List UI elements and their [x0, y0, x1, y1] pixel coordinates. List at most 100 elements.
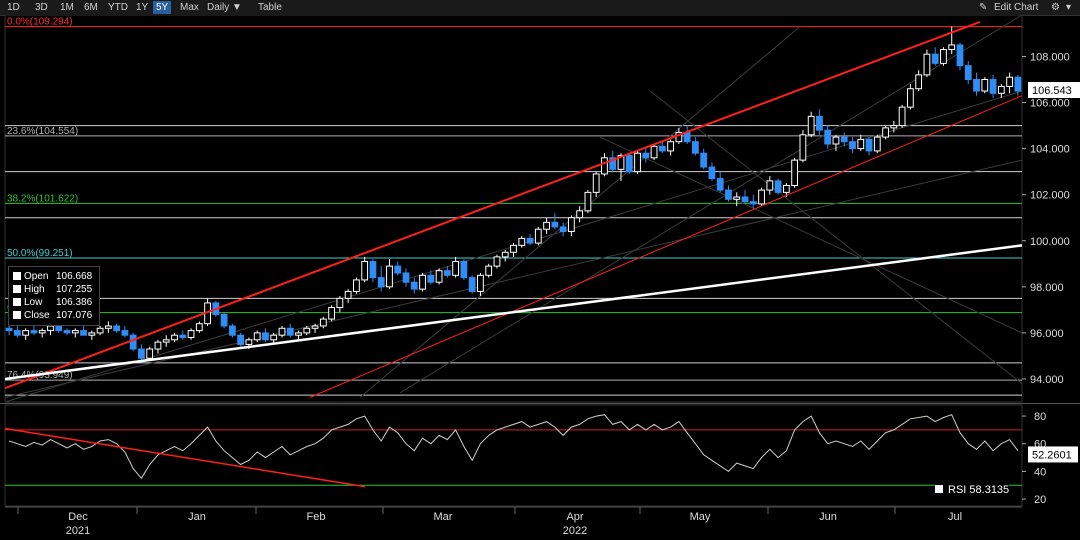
- candle-body: [1014, 76, 1022, 92]
- candle-body: [253, 332, 261, 341]
- candle-body: [410, 281, 418, 290]
- candle: [634, 150, 641, 174]
- candle-body: [22, 330, 30, 336]
- high-value: 107.255: [56, 284, 93, 295]
- high-swatch-icon: [13, 285, 21, 293]
- candle-body: [435, 270, 443, 283]
- candle-body: [708, 166, 716, 180]
- candle-body: [278, 327, 286, 336]
- close-label: Close: [24, 310, 50, 321]
- candle-body: [328, 307, 335, 320]
- candle: [435, 268, 443, 285]
- candle-body: [692, 141, 699, 154]
- candle-body: [634, 152, 641, 173]
- fib-label: 0.0%(109.294): [7, 17, 73, 28]
- candle-body: [923, 53, 931, 76]
- candle-body: [1006, 76, 1013, 87]
- table-button[interactable]: Table: [258, 1, 282, 14]
- rsi-legend: RSI 58.3135: [935, 484, 1010, 496]
- candle-body: [642, 152, 650, 159]
- x-year-label: 2022: [563, 525, 587, 537]
- x-tick-label: Apr: [566, 511, 583, 523]
- candle: [799, 130, 807, 163]
- range-1d-button[interactable]: 1D: [7, 1, 20, 14]
- candle-body: [931, 53, 939, 64]
- candle-body: [807, 115, 815, 136]
- candle-body: [179, 334, 187, 339]
- edit-chart-button[interactable]: Edit Chart: [994, 1, 1038, 14]
- open-label: Open: [24, 271, 49, 282]
- candle-body: [683, 131, 691, 143]
- candle: [981, 77, 989, 94]
- candle-body: [427, 274, 435, 283]
- candle-body: [782, 184, 790, 193]
- candle: [534, 226, 542, 246]
- open-swatch-icon: [13, 272, 21, 280]
- candle-body: [584, 191, 592, 212]
- last-price-label: 106.543: [1032, 85, 1072, 97]
- candle-body: [228, 325, 236, 336]
- candle-body: [485, 265, 493, 276]
- candle-body: [303, 327, 311, 334]
- price-chart[interactable]: 94.000 96.000 98.000 100.000 102.000 104.000 1…: [0, 15, 1080, 540]
- candle-body: [195, 323, 203, 332]
- candle-body: [154, 341, 162, 350]
- rsi-swatch-icon: [935, 485, 943, 493]
- rsi-legend-value: 58.3135: [969, 484, 1010, 496]
- range-5y-button[interactable]: 5Y: [153, 1, 172, 14]
- range-ytd-button[interactable]: YTD: [108, 1, 128, 14]
- high-label: High: [24, 284, 45, 295]
- candle-body: [799, 134, 807, 161]
- rsi-y-tick-label: 20: [1034, 494, 1046, 506]
- range-6m-button[interactable]: 6M: [84, 1, 98, 14]
- candle-body: [882, 127, 889, 138]
- candle-body: [559, 226, 567, 233]
- y-tick-label: 108.000: [1030, 51, 1070, 63]
- open-value: 106.668: [56, 271, 93, 282]
- fib-label: 23.6%(104.554): [7, 126, 78, 137]
- x-axis: Dec 2021 Jan Feb Mar Apr 2022 May Jun Jul: [5, 506, 1022, 537]
- candle: [328, 305, 335, 322]
- range-3d-button[interactable]: 3D: [35, 1, 48, 14]
- candle-body: [997, 85, 1005, 94]
- candle-body: [791, 159, 799, 186]
- candle-body: [816, 115, 823, 131]
- chevron-icon[interactable]: ▾: [1066, 1, 1071, 14]
- candle-body: [510, 244, 517, 253]
- candle-body: [88, 332, 96, 336]
- candle-body: [981, 79, 989, 92]
- candle: [625, 153, 633, 174]
- candle-body: [377, 277, 385, 288]
- x-tick-label: Mar: [434, 511, 453, 523]
- x-year-label: 2021: [66, 525, 90, 537]
- candle-body: [567, 217, 575, 233]
- candle-body: [80, 330, 87, 336]
- rsi-y-tick-label: 80: [1034, 411, 1046, 423]
- ohlc-legend: Open 106.668 High 107.255 Low 106.386 Close…: [8, 266, 100, 326]
- candle-body: [526, 237, 534, 244]
- candle-body: [138, 348, 145, 359]
- candle-body: [394, 265, 402, 274]
- candle-body: [576, 210, 584, 219]
- chart-toolbar: 1D 3D 1M 6M YTD 1Y 5Y Max Daily ▼ Table …: [0, 0, 1080, 16]
- range-1y-button[interactable]: 1Y: [136, 1, 148, 14]
- candle-body: [443, 270, 451, 276]
- candle-body: [940, 49, 947, 64]
- candle-body: [146, 348, 154, 359]
- settings-icon[interactable]: ⚙: [1051, 1, 1060, 14]
- candle: [584, 190, 592, 214]
- interval-dropdown[interactable]: Daily ▼: [207, 1, 242, 14]
- range-1m-button[interactable]: 1M: [60, 1, 74, 14]
- rsi-panel: 2040608052.2601: [4, 404, 1078, 507]
- pin-icon[interactable]: ✎: [979, 1, 987, 14]
- fib-label: 38.2%(101.622): [7, 193, 78, 204]
- x-tick-label: Jul: [948, 511, 962, 523]
- candle-body: [551, 221, 559, 228]
- candle: [129, 332, 137, 352]
- range-max-button[interactable]: Max: [180, 1, 199, 14]
- candle-body: [402, 272, 410, 283]
- candle-body: [501, 251, 509, 258]
- x-tick-label: Feb: [307, 511, 326, 523]
- candle-body: [30, 330, 38, 334]
- candle-body: [121, 330, 129, 336]
